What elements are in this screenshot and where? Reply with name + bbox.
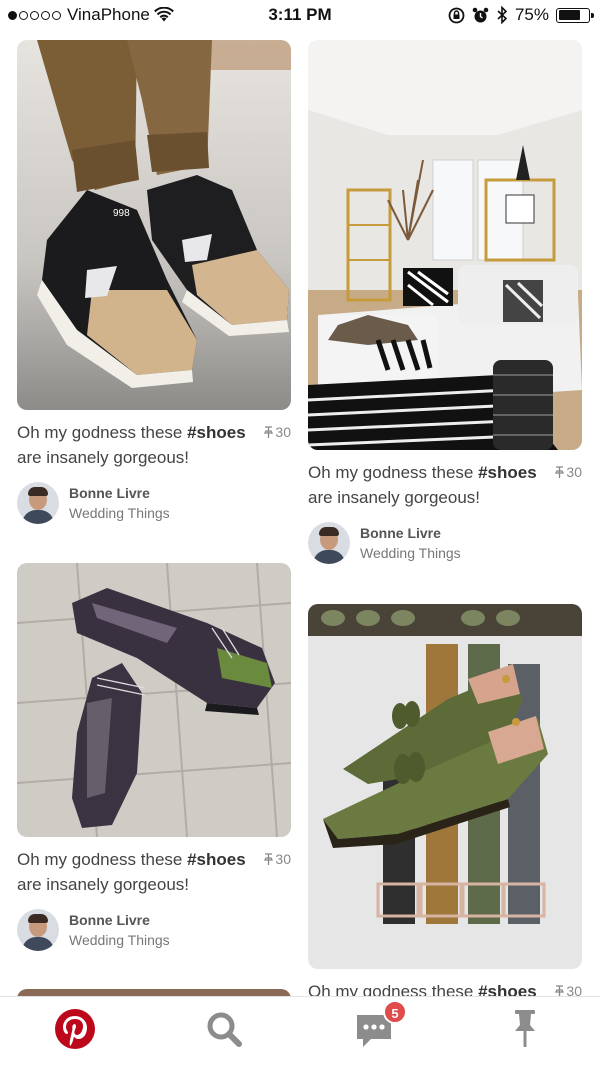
author-name[interactable]: Bonne Livre [69, 911, 170, 930]
pin-author[interactable]: Bonne Livre Wedding Things [17, 482, 291, 524]
screen-rotation-lock-icon [448, 7, 465, 23]
loafers-belts-photo [308, 604, 582, 969]
pin-card[interactable]: Oh my godness these #shoes 30 [308, 604, 582, 996]
pin-save-icon [264, 426, 274, 438]
living-room-photo [308, 40, 582, 450]
pin-image[interactable] [17, 563, 291, 837]
battery-percentage: 75% [514, 5, 549, 24]
pin-image[interactable] [308, 40, 582, 450]
pin-icon[interactable] [503, 1007, 547, 1051]
pin-image[interactable]: 998 [17, 40, 291, 410]
notification-badge: 5 [383, 1000, 407, 1024]
pin-author[interactable]: Bonne Livre Wedding Things [308, 522, 582, 564]
pin-card-partial[interactable] [17, 989, 291, 996]
save-count: 30 [555, 979, 582, 996]
alarm-icon [472, 7, 489, 22]
sneakers-photo: 998 [17, 40, 291, 410]
pin-save-icon [555, 466, 565, 478]
avatar[interactable] [17, 909, 59, 951]
hashtag-link[interactable]: #shoes [478, 982, 537, 996]
status-bar: VinaPhone 3:11 PM 75% [0, 0, 600, 30]
author-name[interactable]: Bonne Livre [360, 524, 461, 543]
pinterest-logo-icon[interactable] [53, 1007, 97, 1051]
bottom-tab-bar: 5 [0, 996, 600, 1066]
battery-icon [556, 7, 594, 23]
hashtag-link[interactable]: #shoes [478, 463, 537, 482]
hashtag-link[interactable]: #shoes [187, 423, 246, 442]
pin-image[interactable] [308, 604, 582, 969]
pin-save-icon [264, 853, 274, 865]
save-count: 30 [264, 847, 291, 872]
bluetooth-icon [497, 6, 508, 24]
tab-home[interactable] [53, 1007, 97, 1051]
board-name[interactable]: Wedding Things [69, 930, 170, 950]
author-name[interactable]: Bonne Livre [69, 484, 170, 503]
avatar[interactable] [308, 522, 350, 564]
pin-caption: Oh my godness these #shoes are insanely … [17, 847, 291, 897]
save-count: 30 [264, 420, 291, 445]
tab-messages[interactable]: 5 [353, 1000, 407, 1051]
pin-caption: Oh my godness these #shoes 30 [308, 979, 582, 996]
pin-card[interactable]: Oh my godness these #shoes are insanely … [17, 563, 291, 951]
avatar[interactable] [17, 482, 59, 524]
svg-text:998: 998 [113, 208, 130, 219]
brogue-shoes-photo [17, 563, 291, 837]
search-icon[interactable] [202, 1007, 246, 1051]
board-name[interactable]: Wedding Things [360, 543, 461, 563]
pin-card[interactable]: Oh my godness these #shoes are insanely … [308, 40, 582, 564]
pin-save-icon [555, 985, 565, 996]
board-name[interactable]: Wedding Things [69, 503, 170, 523]
hashtag-link[interactable]: #shoes [187, 850, 246, 869]
tab-profile[interactable] [503, 1007, 547, 1051]
pin-caption: Oh my godness these #shoes are insanely … [308, 460, 582, 510]
save-count: 30 [555, 460, 582, 485]
pin-caption: Oh my godness these #shoes are insanely … [17, 420, 291, 470]
pin-author[interactable]: Bonne Livre Wedding Things [17, 909, 291, 951]
pin-feed[interactable]: 998 Oh my godness these #shoes are insan… [0, 30, 600, 996]
tab-search[interactable] [202, 1007, 246, 1051]
pin-card[interactable]: 998 Oh my godness these #shoes are insan… [17, 40, 291, 524]
battery-level [558, 10, 581, 20]
